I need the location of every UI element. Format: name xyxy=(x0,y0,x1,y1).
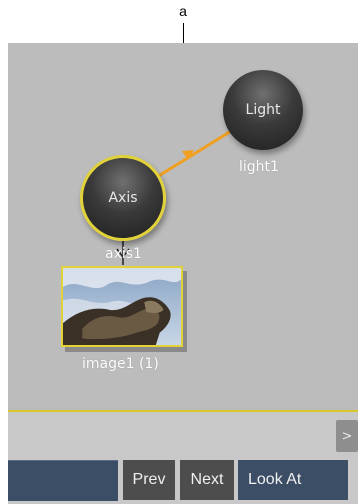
axis-node-label: axis1 xyxy=(105,246,142,262)
image-node-thumbnail[interactable] xyxy=(61,266,183,347)
axis-node[interactable]: Axis xyxy=(80,155,166,241)
bottom-strip xyxy=(8,412,358,460)
callout-label: a xyxy=(179,3,187,19)
node-name-field[interactable] xyxy=(8,460,118,501)
scroll-right-button[interactable]: > xyxy=(336,420,358,452)
light-node-title: Light xyxy=(245,102,281,118)
look-at-button[interactable]: Look At xyxy=(238,460,348,500)
schematic-canvas[interactable]: Light light1 Axis axis1 image1 (1) xyxy=(8,43,358,410)
image-thumbnail-picture xyxy=(63,268,181,345)
axis-node-title: Axis xyxy=(108,190,138,206)
prev-button[interactable]: Prev xyxy=(123,460,175,500)
next-button[interactable]: Next xyxy=(180,460,234,500)
light-node[interactable]: Light xyxy=(223,70,303,150)
image-node-label: image1 (1) xyxy=(82,356,159,372)
node-connections xyxy=(116,108,266,265)
light-node-label: light1 xyxy=(239,159,279,175)
